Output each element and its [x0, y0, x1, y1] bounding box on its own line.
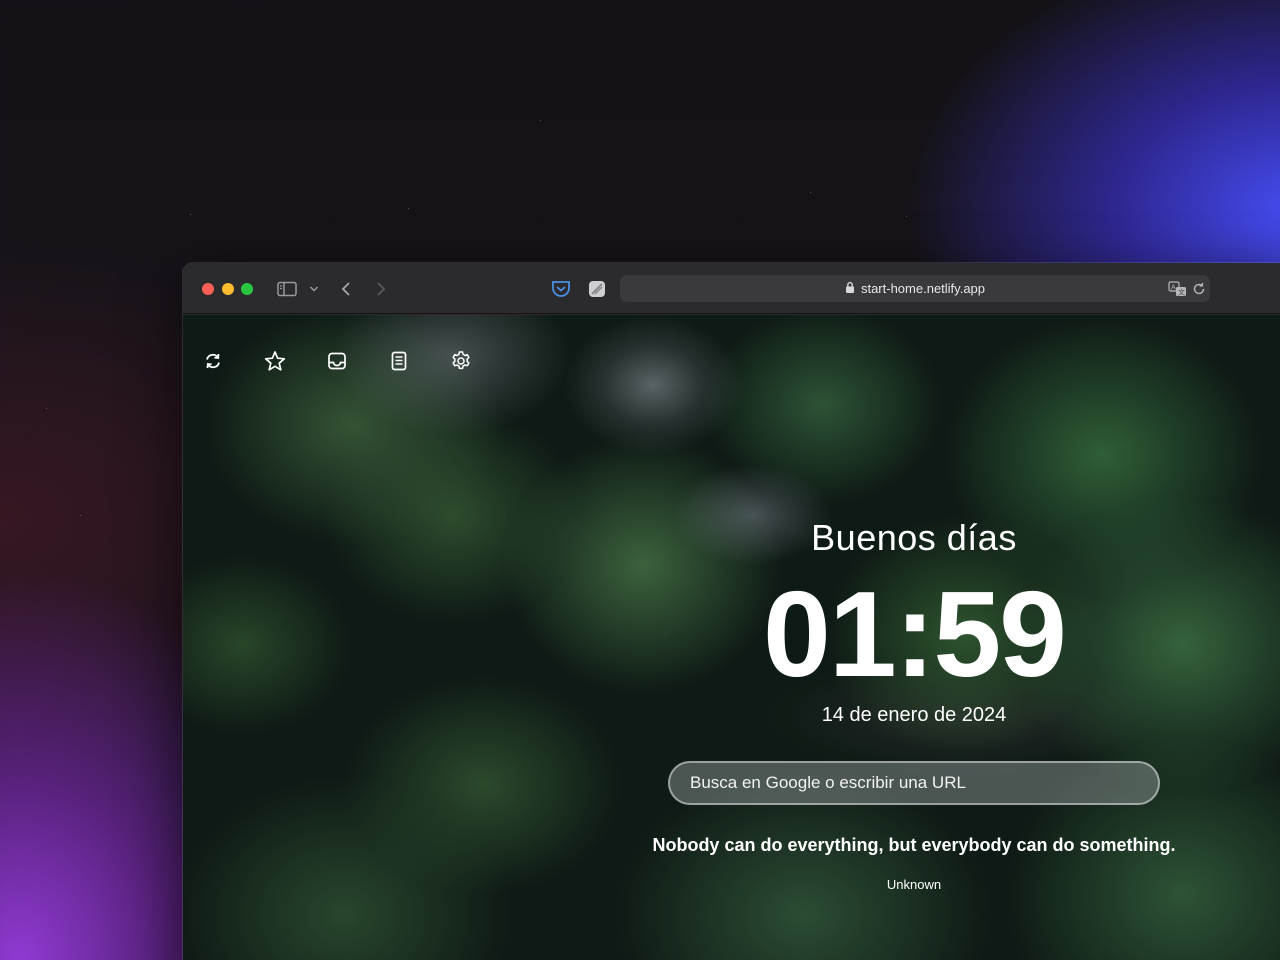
- inbox-icon[interactable]: [325, 349, 349, 373]
- page-toolbar: [201, 349, 473, 373]
- quote-author: Unknown: [886, 877, 942, 892]
- greeting: Buenos días: [811, 517, 1017, 558]
- sidebar-icon[interactable]: [275, 277, 299, 301]
- reload-icon[interactable]: [1192, 280, 1206, 297]
- chevron-down-icon[interactable]: [302, 277, 326, 301]
- start-page: Buenos días 01:59 14 de enero de 2024 No…: [183, 315, 1280, 960]
- browser-window: start-home.netlify.app A文 Buenos días 01…: [183, 263, 1280, 960]
- extension-icon[interactable]: [585, 277, 609, 301]
- minimize-window-button[interactable]: [222, 283, 234, 295]
- chevron-left-icon[interactable]: [334, 277, 358, 301]
- close-window-button[interactable]: [202, 283, 214, 295]
- quote-text: Nobody can do everything, but everybody …: [652, 835, 1176, 855]
- lock-icon: [845, 281, 855, 297]
- address-bar[interactable]: start-home.netlify.app A文: [620, 275, 1210, 302]
- browser-titlebar: start-home.netlify.app A文: [183, 263, 1280, 314]
- gear-icon[interactable]: [449, 349, 473, 373]
- date-label: 14 de enero de 2024: [821, 704, 1007, 726]
- document-icon[interactable]: [387, 349, 411, 373]
- translate-icon[interactable]: A文: [1168, 280, 1188, 297]
- chevron-right-icon[interactable]: [369, 277, 393, 301]
- refresh-icon[interactable]: [201, 349, 225, 373]
- pocket-icon[interactable]: [549, 277, 573, 301]
- clock: 01:59: [762, 566, 1067, 702]
- svg-text:A: A: [1171, 283, 1176, 291]
- url-text: start-home.netlify.app: [860, 281, 986, 296]
- star-icon[interactable]: [263, 349, 287, 373]
- svg-text:文: 文: [1178, 287, 1185, 296]
- start-center-panel: Buenos días 01:59 14 de enero de 2024 No…: [652, 315, 1175, 960]
- search-input[interactable]: [668, 761, 1160, 805]
- zoom-window-button[interactable]: [241, 283, 253, 295]
